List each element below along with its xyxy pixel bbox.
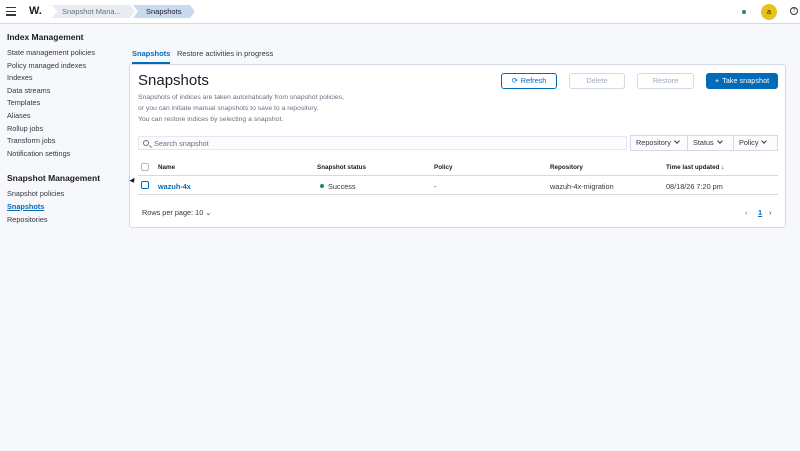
take-snapshot-button[interactable]: + Take snapshot — [706, 73, 778, 89]
sidebar-item-snapshot-policies[interactable]: Snapshot policies — [7, 188, 125, 201]
tab-snapshots[interactable]: Snapshots — [132, 46, 171, 64]
delete-button[interactable]: Delete — [569, 73, 625, 89]
sidebar-item-notification-settings[interactable]: Notification settings — [7, 148, 125, 161]
filter-group: Repository Status Policy — [630, 135, 778, 151]
sidebar-item-templates[interactable]: Templates — [7, 97, 125, 110]
plus-icon: + — [714, 76, 720, 85]
menu-icon[interactable] — [6, 7, 16, 16]
description-line: You can restore indices by selecting a s… — [138, 115, 284, 123]
rows-per-page-label: Rows per page: 10 — [142, 208, 204, 217]
app-logo[interactable]: W. — [29, 5, 42, 17]
sidebar-section-title-index-management: Index Management — [7, 32, 84, 42]
description-line: Snapshots of indices are taken automatic… — [138, 94, 344, 101]
take-snapshot-label: Take snapshot — [722, 76, 770, 85]
table-header: Name Snapshot status Policy Repository T… — [138, 159, 778, 176]
snapshot-time: 08/18/26 7:20 pm — [666, 182, 723, 191]
sidebar-item-aliases[interactable]: Aliases — [7, 110, 125, 123]
select-all-checkbox[interactable] — [141, 163, 149, 171]
column-header-name[interactable]: Name — [158, 164, 175, 171]
rows-per-page-select[interactable]: Rows per page: 10 ⌄ — [142, 208, 211, 217]
pagination-next-icon[interactable]: › — [769, 208, 771, 217]
chevron-down-icon — [674, 138, 680, 144]
snapshot-policy: - — [434, 182, 437, 191]
sidebar-item-state-management-policies[interactable]: State management policies — [7, 47, 125, 60]
snapshot-name-link[interactable]: wazuh-4x — [158, 182, 191, 191]
sidebar-item-policy-managed-indexes[interactable]: Policy managed indexes — [7, 60, 125, 73]
user-avatar[interactable]: a — [761, 4, 777, 20]
sidebar-item-rollup-jobs[interactable]: Rollup jobs — [7, 123, 125, 136]
breadcrumb-snapshots[interactable]: Snapshots — [133, 5, 195, 18]
filter-status-label: Status — [693, 138, 714, 147]
row-checkbox[interactable] — [141, 181, 149, 189]
sidebar-section-title-snapshot-management: Snapshot Management — [7, 173, 101, 184]
filter-policy-label: Policy — [739, 138, 759, 147]
column-header-time[interactable]: Time last updated ↓ — [666, 164, 724, 171]
search-box — [138, 136, 627, 150]
page-description: Snapshots of indices are taken automatic… — [138, 93, 398, 125]
snapshot-status: Success — [320, 182, 356, 191]
breadcrumb-snapshot-management[interactable]: Snapshot Mana... — [52, 5, 135, 18]
sidebar-item-transform-jobs[interactable]: Transform jobs — [7, 135, 125, 148]
refresh-icon: ⟳ — [511, 76, 518, 85]
search-icon — [143, 140, 149, 146]
sort-arrow-icon: ↓ — [721, 164, 725, 171]
sidebar-item-repositories[interactable]: Repositories — [7, 214, 125, 227]
sidebar-nav: Index Management State management polici… — [7, 30, 125, 226]
restore-button[interactable]: Restore — [637, 73, 694, 89]
description-line: or you can initiate manual snapshots to … — [138, 104, 319, 112]
column-header-policy[interactable]: Policy — [434, 164, 453, 171]
search-input[interactable] — [154, 137, 614, 149]
page-title: Snapshots — [138, 72, 209, 89]
refresh-button[interactable]: ⟳ Refresh — [501, 73, 557, 89]
tab-restore-activities[interactable]: Restore activities in progress — [177, 46, 273, 64]
pagination-prev-icon[interactable]: ‹ — [745, 208, 747, 217]
success-dot-icon — [320, 184, 324, 188]
filter-status[interactable]: Status — [693, 136, 723, 150]
refresh-label: Refresh — [520, 76, 547, 85]
sidebar-item-data-streams[interactable]: Data streams — [7, 85, 125, 98]
pagination-page-1[interactable]: 1 — [758, 208, 762, 217]
column-header-repository[interactable]: Repository — [550, 164, 583, 171]
filter-repository[interactable]: Repository — [636, 136, 680, 150]
snapshot-status-label: Success — [328, 182, 356, 191]
table-row: wazuh-4x Success - wazuh-4x-migration 08… — [138, 176, 778, 195]
sidebar-item-snapshots[interactable]: Snapshots — [7, 201, 125, 214]
chevron-down-icon — [761, 138, 768, 144]
sidebar-item-indexes[interactable]: Indexes — [7, 72, 125, 85]
snapshot-repository: wazuh-4x-migration — [550, 182, 614, 191]
column-header-status[interactable]: Snapshot status — [317, 164, 366, 171]
chevron-down-icon — [716, 138, 723, 144]
top-header: W. Snapshot Mana... Snapshots a ? — [0, 0, 800, 24]
help-icon[interactable]: ? — [790, 7, 798, 15]
filter-repository-label: Repository — [636, 138, 671, 147]
filter-policy[interactable]: Policy — [739, 136, 768, 150]
chevron-down-icon: ⌄ — [205, 208, 212, 217]
column-header-time-label: Time last updated — [666, 164, 720, 171]
status-indicator — [742, 10, 746, 14]
snapshots-panel: Snapshots Snapshots of indices are taken… — [129, 64, 786, 228]
